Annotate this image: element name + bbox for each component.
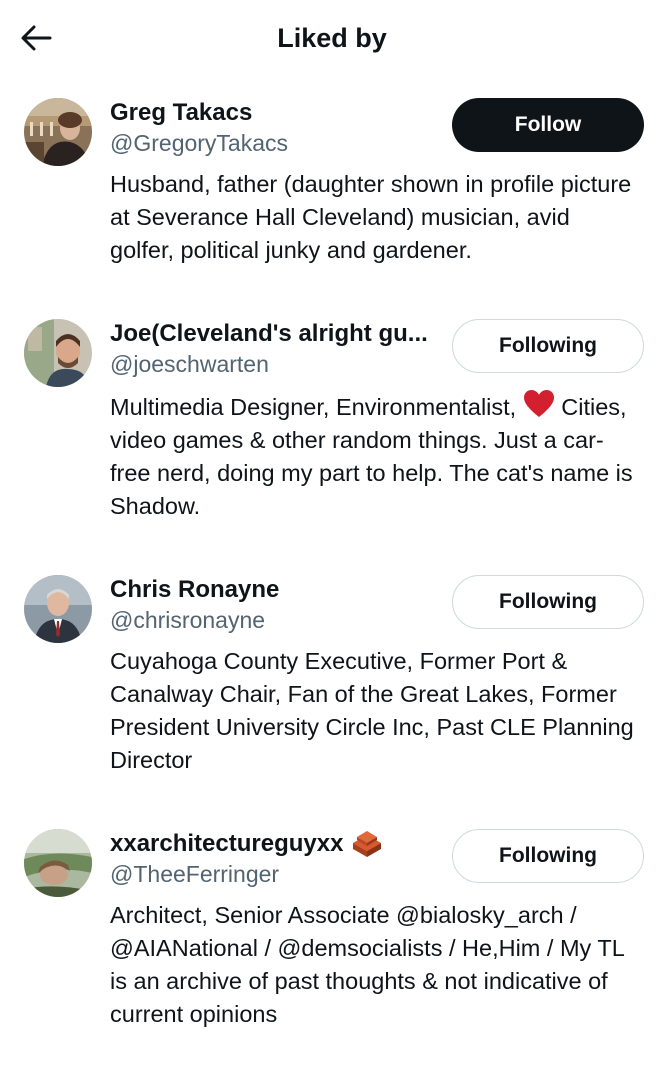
user-row[interactable]: Following xxarchitectureguyxx @TheeFerri…: [24, 829, 644, 1031]
user-bio: Husband, father (daughter shown in profi…: [110, 171, 632, 263]
user-display-name-row[interactable]: xxarchitectureguyxx: [110, 829, 440, 859]
avatar[interactable]: [24, 319, 92, 387]
user-row[interactable]: Following Joe(Cleveland's alright gu... …: [24, 319, 644, 523]
follow-button[interactable]: Follow: [452, 98, 644, 152]
avatar[interactable]: [24, 575, 92, 643]
user-row[interactable]: Following Chris Ronayne @chrisronayne Cu…: [24, 575, 644, 777]
following-button[interactable]: Following: [452, 829, 644, 883]
following-button[interactable]: Following: [452, 575, 644, 629]
brick-icon: [353, 831, 382, 857]
user-display-name[interactable]: Greg Takacs: [110, 98, 440, 128]
user-display-name[interactable]: Chris Ronayne: [110, 575, 440, 605]
avatar[interactable]: [24, 98, 92, 166]
bio-text: Multimedia Designer, Environmentalist,: [110, 394, 523, 420]
red-heart-icon: [523, 390, 554, 417]
avatar[interactable]: [24, 829, 92, 897]
user-display-name[interactable]: xxarchitectureguyxx: [110, 829, 343, 859]
top-bar: Liked by: [0, 0, 664, 78]
page-title: Liked by: [277, 23, 387, 53]
user-bio: Multimedia Designer, Environmentalist, C…: [110, 389, 644, 523]
following-button[interactable]: Following: [452, 319, 644, 373]
user-bio: Cuyahoga County Executive, Former Port &…: [110, 648, 634, 773]
user-row[interactable]: Follow Greg Takacs @GregoryTakacs Husban…: [24, 98, 644, 267]
user-display-name[interactable]: Joe(Cleveland's alright gu...: [110, 319, 440, 349]
user-bio: Architect, Senior Associate @bialosky_ar…: [110, 902, 624, 1027]
